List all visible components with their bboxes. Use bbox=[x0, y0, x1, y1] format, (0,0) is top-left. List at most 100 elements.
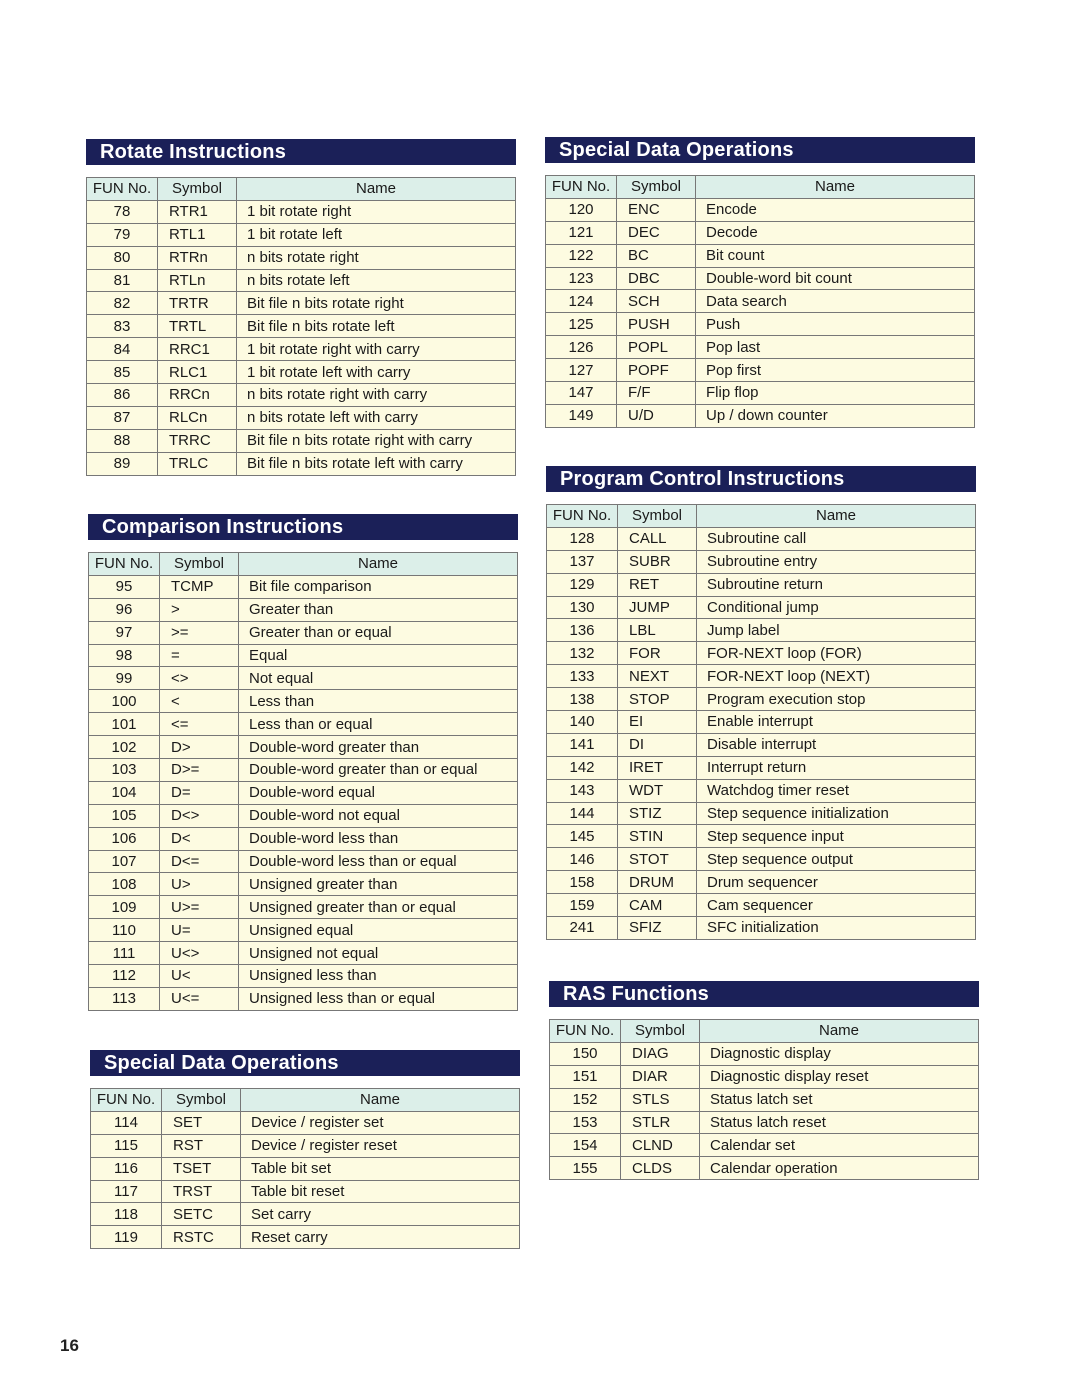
name-cell: 1 bit rotate left bbox=[236, 222, 516, 247]
table-row: 105 D<> Double-word not equal bbox=[88, 803, 518, 828]
symbol-cell: <= bbox=[159, 712, 239, 737]
name-cell: Set carry bbox=[240, 1202, 520, 1227]
table-header-row: FUN No. Symbol Name bbox=[545, 175, 975, 199]
name-cell: Step sequence output bbox=[696, 847, 976, 872]
table-row: 118 SETC Set carry bbox=[90, 1202, 520, 1227]
table-row: 132 FOR FOR-NEXT loop (FOR) bbox=[546, 641, 976, 666]
fun-cell: 145 bbox=[546, 824, 618, 849]
column-header-fun: FUN No. bbox=[546, 504, 618, 528]
name-cell: Not equal bbox=[238, 666, 518, 691]
fun-cell: 128 bbox=[546, 526, 618, 551]
fun-cell: 143 bbox=[546, 778, 618, 803]
fun-cell: 127 bbox=[545, 358, 617, 383]
table-row: 97 >= Greater than or equal bbox=[88, 620, 518, 645]
name-cell: Greater than or equal bbox=[238, 620, 518, 645]
fun-cell: 147 bbox=[545, 381, 617, 405]
table-row: 125 PUSH Push bbox=[545, 312, 975, 337]
symbol-cell: CALL bbox=[617, 526, 697, 551]
table-row: 138 STOP Program execution stop bbox=[546, 687, 976, 712]
table-row: 158 DRUM Drum sequencer bbox=[546, 870, 976, 895]
name-cell: Reset carry bbox=[240, 1225, 520, 1250]
table-row: 89 TRLC Bit file n bits rotate left with c… bbox=[86, 451, 516, 476]
name-cell: Unsigned not equal bbox=[238, 941, 518, 966]
name-cell: Double-word less than bbox=[238, 826, 518, 851]
symbol-cell: ENC bbox=[616, 197, 696, 222]
fun-cell: 125 bbox=[545, 312, 617, 337]
symbol-cell: STOP bbox=[617, 687, 697, 712]
table-row: 108 U> Unsigned greater than bbox=[88, 872, 518, 897]
table-row: 159 CAM Cam sequencer bbox=[546, 893, 976, 918]
symbol-cell: DIAG bbox=[620, 1041, 700, 1066]
table-row: 153 STLR Status latch reset bbox=[549, 1110, 979, 1135]
name-cell: Push bbox=[695, 312, 975, 337]
name-cell: Status latch reset bbox=[699, 1110, 979, 1135]
fun-cell: 102 bbox=[88, 735, 160, 760]
table-row: 88 TRRC Bit file n bits rotate right with … bbox=[86, 428, 516, 453]
fun-cell: 142 bbox=[546, 755, 618, 780]
fun-cell: 96 bbox=[88, 597, 160, 622]
fun-cell: 151 bbox=[549, 1064, 621, 1089]
fun-cell: 86 bbox=[86, 383, 158, 407]
table-row: 113 U<= Unsigned less than or equal bbox=[88, 986, 518, 1011]
instruction-table: FUN No. Symbol Name 95 TCMP Bit file compa… bbox=[88, 552, 518, 1011]
name-cell: 1 bit rotate right with carry bbox=[236, 337, 516, 362]
symbol-cell: PUSH bbox=[616, 312, 696, 337]
instruction-table: FUN No. Symbol Name 128 CALL Subroutine ca… bbox=[546, 504, 976, 940]
fun-cell: 87 bbox=[86, 405, 158, 430]
fun-cell: 85 bbox=[86, 360, 158, 385]
symbol-cell: STLR bbox=[620, 1110, 700, 1135]
table-row: 146 STOT Step sequence output bbox=[546, 847, 976, 872]
column-header-symbol: Symbol bbox=[616, 175, 696, 199]
name-cell: Unsigned less than bbox=[238, 964, 518, 988]
fun-cell: 121 bbox=[545, 220, 617, 245]
column-header-symbol: Symbol bbox=[159, 552, 239, 576]
symbol-cell: TRST bbox=[161, 1179, 241, 1204]
name-cell: Disable interrupt bbox=[696, 732, 976, 757]
fun-cell: 136 bbox=[546, 618, 618, 643]
symbol-cell: U>= bbox=[159, 895, 239, 920]
name-cell: Jump label bbox=[696, 618, 976, 643]
table-row: 99 <> Not equal bbox=[88, 666, 518, 691]
fun-cell: 84 bbox=[86, 337, 158, 362]
symbol-cell: LBL bbox=[617, 618, 697, 643]
table-row: 141 DI Disable interrupt bbox=[546, 732, 976, 757]
program-control-instructions-section: Program Control Instructions FUN No. Sym… bbox=[546, 466, 976, 940]
symbol-cell: TRLC bbox=[157, 451, 237, 476]
table-row: 127 POPF Pop first bbox=[545, 358, 975, 383]
fun-cell: 98 bbox=[88, 643, 160, 668]
symbol-cell: NEXT bbox=[617, 664, 697, 689]
fun-cell: 89 bbox=[86, 451, 158, 476]
symbol-cell: D= bbox=[159, 780, 239, 805]
table-row: 119 RSTC Reset carry bbox=[90, 1225, 520, 1250]
name-cell: Pop last bbox=[695, 335, 975, 360]
symbol-cell: POPL bbox=[616, 335, 696, 360]
symbol-cell: D<= bbox=[159, 849, 239, 874]
name-cell: Double-word greater than or equal bbox=[238, 758, 518, 782]
table-row: 130 JUMP Conditional jump bbox=[546, 595, 976, 620]
fun-cell: 149 bbox=[545, 403, 617, 428]
table-row: 147 F/F Flip flop bbox=[545, 381, 975, 405]
symbol-cell: SUBR bbox=[617, 549, 697, 574]
symbol-cell: U< bbox=[159, 964, 239, 988]
fun-cell: 106 bbox=[88, 826, 160, 851]
symbol-cell: > bbox=[159, 597, 239, 622]
table-row: 111 U<> Unsigned not equal bbox=[88, 941, 518, 966]
table-row: 84 RRC1 1 bit rotate right with carry bbox=[86, 337, 516, 362]
name-cell: Double-word less than or equal bbox=[238, 849, 518, 874]
name-cell: Double-word bit count bbox=[695, 266, 975, 291]
name-cell: Decode bbox=[695, 220, 975, 245]
symbol-cell: DEC bbox=[616, 220, 696, 245]
page-number: 16 bbox=[60, 1336, 79, 1355]
table-header-row: FUN No. Symbol Name bbox=[90, 1088, 520, 1112]
table-row: 107 D<= Double-word less than or equal bbox=[88, 849, 518, 874]
table-row: 124 SCH Data search bbox=[545, 289, 975, 314]
name-cell: 1 bit rotate left with carry bbox=[236, 360, 516, 385]
table-row: 123 DBC Double-word bit count bbox=[545, 266, 975, 291]
table-row: 79 RTL1 1 bit rotate left bbox=[86, 222, 516, 247]
symbol-cell: STLS bbox=[620, 1087, 700, 1112]
fun-cell: 109 bbox=[88, 895, 160, 920]
column-header-symbol: Symbol bbox=[157, 177, 237, 201]
symbol-cell: DBC bbox=[616, 266, 696, 291]
name-cell: Device / register set bbox=[240, 1110, 520, 1135]
symbol-cell: RTLn bbox=[157, 268, 237, 293]
